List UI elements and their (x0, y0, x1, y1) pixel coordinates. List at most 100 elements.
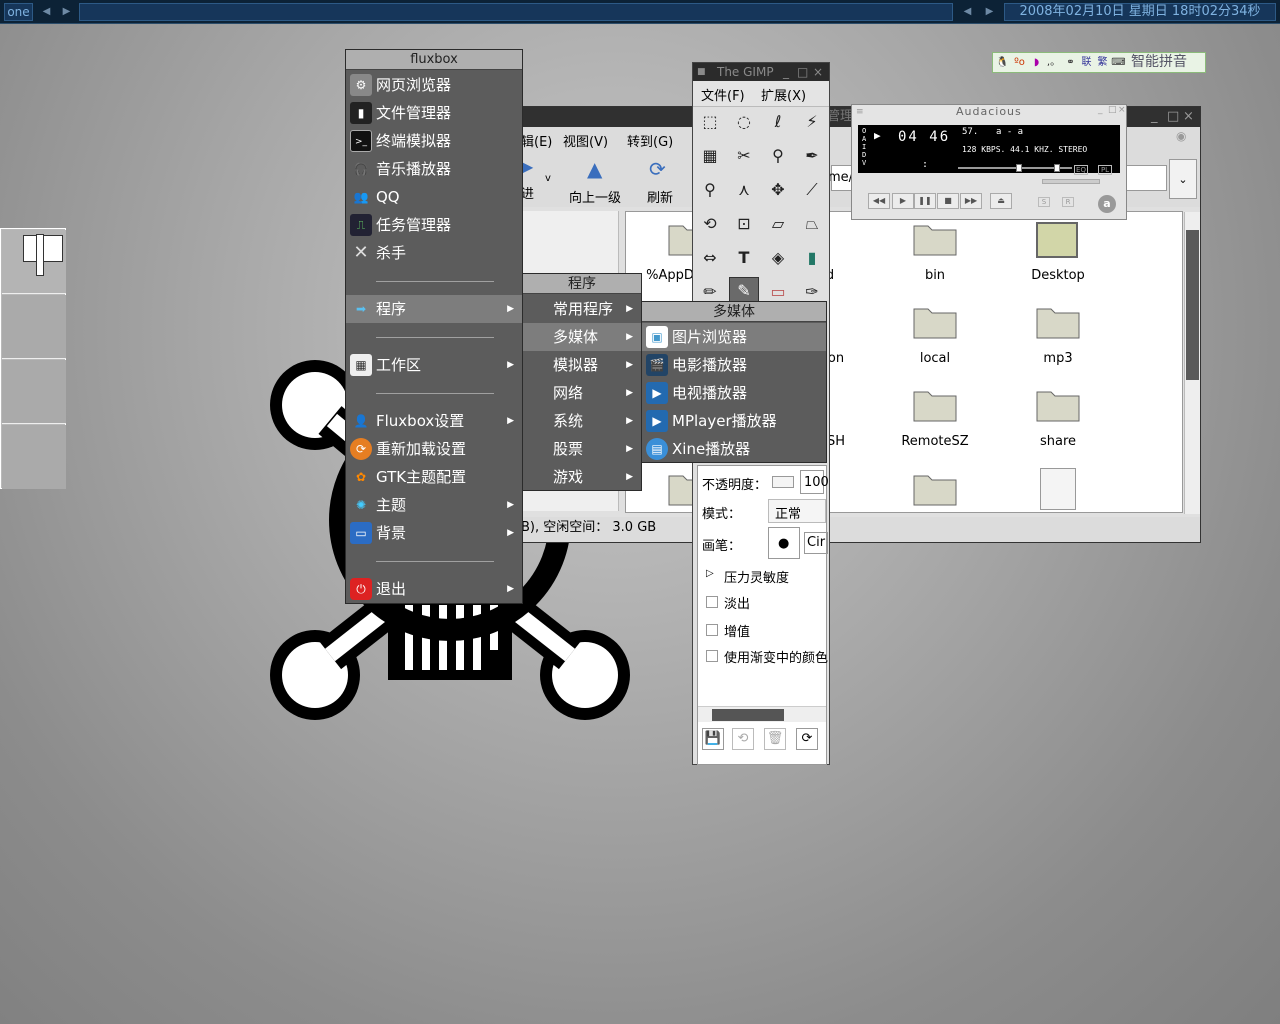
foreground-select-icon[interactable]: ⚲ (765, 143, 791, 169)
scissors-icon[interactable]: ✂ (731, 143, 757, 169)
menu-item-emulators[interactable]: 模拟器 ▶ (523, 351, 641, 379)
maximize-icon[interactable]: □ (1167, 107, 1179, 127)
menu-item-qq[interactable]: 👥 QQ (346, 183, 522, 211)
h-scrollbar-thumb[interactable] (712, 709, 784, 721)
measure-icon[interactable]: ⋏ (731, 177, 757, 203)
pager-workspace-4[interactable] (2, 425, 66, 489)
menu-view[interactable]: 视图(V) (563, 131, 608, 150)
pager-workspace-2[interactable] (2, 295, 66, 359)
lian-button[interactable]: 联 (1079, 55, 1094, 70)
menu-item-terminal[interactable]: >_ 终端模拟器 (346, 127, 522, 155)
expander-icon[interactable]: ▷ (706, 568, 714, 579)
save-icon[interactable]: 💾 (702, 728, 724, 750)
scrollbar-thumb[interactable] (1186, 230, 1199, 380)
h-scrollbar[interactable] (698, 706, 826, 722)
mode-select[interactable]: 正常 (768, 499, 826, 523)
prev-window-button[interactable]: ◀ (958, 3, 977, 21)
menu-item-tv-player[interactable]: ▶ 电视播放器 (642, 379, 826, 407)
playlist-toggle[interactable]: PL (1098, 165, 1112, 175)
seek-bar[interactable] (1042, 179, 1100, 184)
eject-button[interactable]: ⏏ (990, 193, 1012, 209)
prev-workspace-button[interactable]: ◀ (37, 3, 56, 21)
menu-item-background[interactable]: ▭ 背景 ▶ (346, 519, 522, 547)
next-window-button[interactable]: ▶ (980, 3, 999, 21)
penguin-icon[interactable]: 🐧 (995, 55, 1010, 70)
menu-item-styles[interactable]: ✺ 主题 ▶ (346, 491, 522, 519)
rotate-icon[interactable]: ⟲ (697, 211, 723, 237)
chevron-down-icon[interactable]: v (545, 173, 551, 184)
color-select-icon[interactable]: ▦ (697, 143, 723, 169)
incremental-checkbox[interactable] (706, 624, 718, 636)
audacious-player[interactable]: ≡ Audacious _ □ × OAIDV ▶ 04 46 57. a - … (851, 104, 1127, 220)
play-button[interactable]: ▶ (892, 193, 914, 209)
volume-knob[interactable] (1016, 164, 1022, 172)
menu-item-file-manager[interactable]: ▮ 文件管理器 (346, 99, 522, 127)
restore-icon[interactable]: ⟲ (732, 728, 754, 750)
menu-item-games[interactable]: 游戏 ▶ (523, 463, 641, 491)
ime-name[interactable]: 智能拼音 (1131, 54, 1187, 71)
workspace-name[interactable]: one (4, 3, 33, 21)
menu-item-xine[interactable]: ▤ Xine播放器 (642, 435, 826, 463)
reset-icon[interactable]: ⟳ (796, 728, 818, 750)
move-icon[interactable]: ✥ (765, 177, 791, 203)
previous-button[interactable]: ◀◀ (868, 193, 890, 209)
close-icon[interactable]: × (813, 63, 823, 81)
moon-icon[interactable]: ◗ (1029, 55, 1044, 70)
forward-button[interactable]: ▶ 进 (521, 157, 545, 203)
fade-checkbox[interactable] (706, 596, 718, 608)
fan-button[interactable]: 繁 (1095, 55, 1110, 70)
keyboard-icon[interactable]: ⌨ (1111, 55, 1126, 70)
flip-icon[interactable]: ⇔ (697, 245, 723, 271)
pressure-label[interactable]: 压力灵敏度 (724, 567, 789, 586)
menu-xtns[interactable]: 扩展(X) (761, 85, 806, 104)
taskbar[interactable] (79, 3, 953, 21)
menu-icon[interactable]: ≡ (856, 107, 864, 117)
pager-workspace-1[interactable] (2, 230, 66, 294)
ime-status-bar[interactable]: 🐧 ºo ◗ ,。 ⚭ 联 繁 ⌨ 智能拼音 (992, 52, 1206, 73)
menu-item-multimedia[interactable]: 多媒体 ▶ (523, 323, 641, 351)
repeat-button[interactable]: R (1062, 197, 1074, 207)
opacity-slider[interactable] (772, 476, 794, 488)
menu-item-reload[interactable]: ⟳ 重新加载设置 (346, 435, 522, 463)
opacity-input[interactable]: 100 (800, 470, 829, 494)
menu-item-gtk-theme[interactable]: ✿ GTK主题配置 (346, 463, 522, 491)
shuffle-button[interactable]: S (1038, 197, 1050, 207)
shade-icon[interactable]: □ (1108, 105, 1117, 115)
workspace-pager[interactable] (0, 228, 66, 489)
audacious-about-icon[interactable]: a (1098, 195, 1116, 213)
menu-icon[interactable]: ■ (697, 63, 706, 81)
balance-knob[interactable] (1054, 164, 1060, 172)
up-button[interactable]: ▲ 向上一级 (567, 157, 625, 206)
stop-button[interactable]: ■ (937, 193, 959, 209)
menu-item-network[interactable]: 网络 ▶ (523, 379, 641, 407)
menu-item-task-manager[interactable]: ⎍ 任务管理器 (346, 211, 522, 239)
rect-select-icon[interactable]: ⬚ (697, 109, 723, 135)
perspective-icon[interactable]: ⏢ (799, 211, 825, 237)
menu-go[interactable]: 转到(G) (627, 131, 673, 150)
text-tool-icon[interactable]: T (731, 245, 757, 271)
gimp-titlebar[interactable]: ■ The GIMP _ □ × (693, 63, 829, 81)
menu-item-exit[interactable]: ⏻ 退出 ▶ (346, 575, 522, 603)
brush-preview[interactable]: ● (768, 527, 800, 559)
menu-item-common-apps[interactable]: 常用程序 ▶ (523, 295, 641, 323)
menu-item-fluxbox-settings[interactable]: 👤 Fluxbox设置 ▶ (346, 407, 522, 435)
minimize-icon[interactable]: _ (1098, 105, 1103, 115)
punct-icon[interactable]: ,。 (1046, 55, 1061, 70)
shear-icon[interactable]: ▱ (765, 211, 791, 237)
pause-button[interactable]: ❚❚ (914, 193, 936, 209)
menu-item-browser[interactable]: ⚙ 网页浏览器 (346, 71, 522, 99)
menu-item-stocks[interactable]: 股票 ▶ (523, 435, 641, 463)
ellipse-select-icon[interactable]: ◌ (731, 109, 757, 135)
refresh-button[interactable]: ⟳ 刷新 (645, 157, 675, 206)
menu-file[interactable]: 文件(F) (701, 85, 745, 104)
close-icon[interactable]: × (1183, 107, 1194, 127)
menu-item-xkill[interactable]: ✕ 杀手 (346, 239, 522, 267)
free-select-icon[interactable]: ℓ (765, 109, 791, 135)
fuzzy-select-icon[interactable]: ⚡ (799, 109, 825, 135)
bucket-fill-icon[interactable]: ◈ (765, 245, 791, 271)
menu-edit[interactable]: 辑(E) (521, 131, 552, 150)
minimize-icon[interactable]: _ (783, 63, 789, 81)
menu-item-programs[interactable]: ➡ 程序 ▶ (346, 295, 522, 323)
maximize-icon[interactable]: □ (797, 63, 808, 81)
menu-item-image-viewer[interactable]: ▣ 图片浏览器 (642, 323, 826, 351)
